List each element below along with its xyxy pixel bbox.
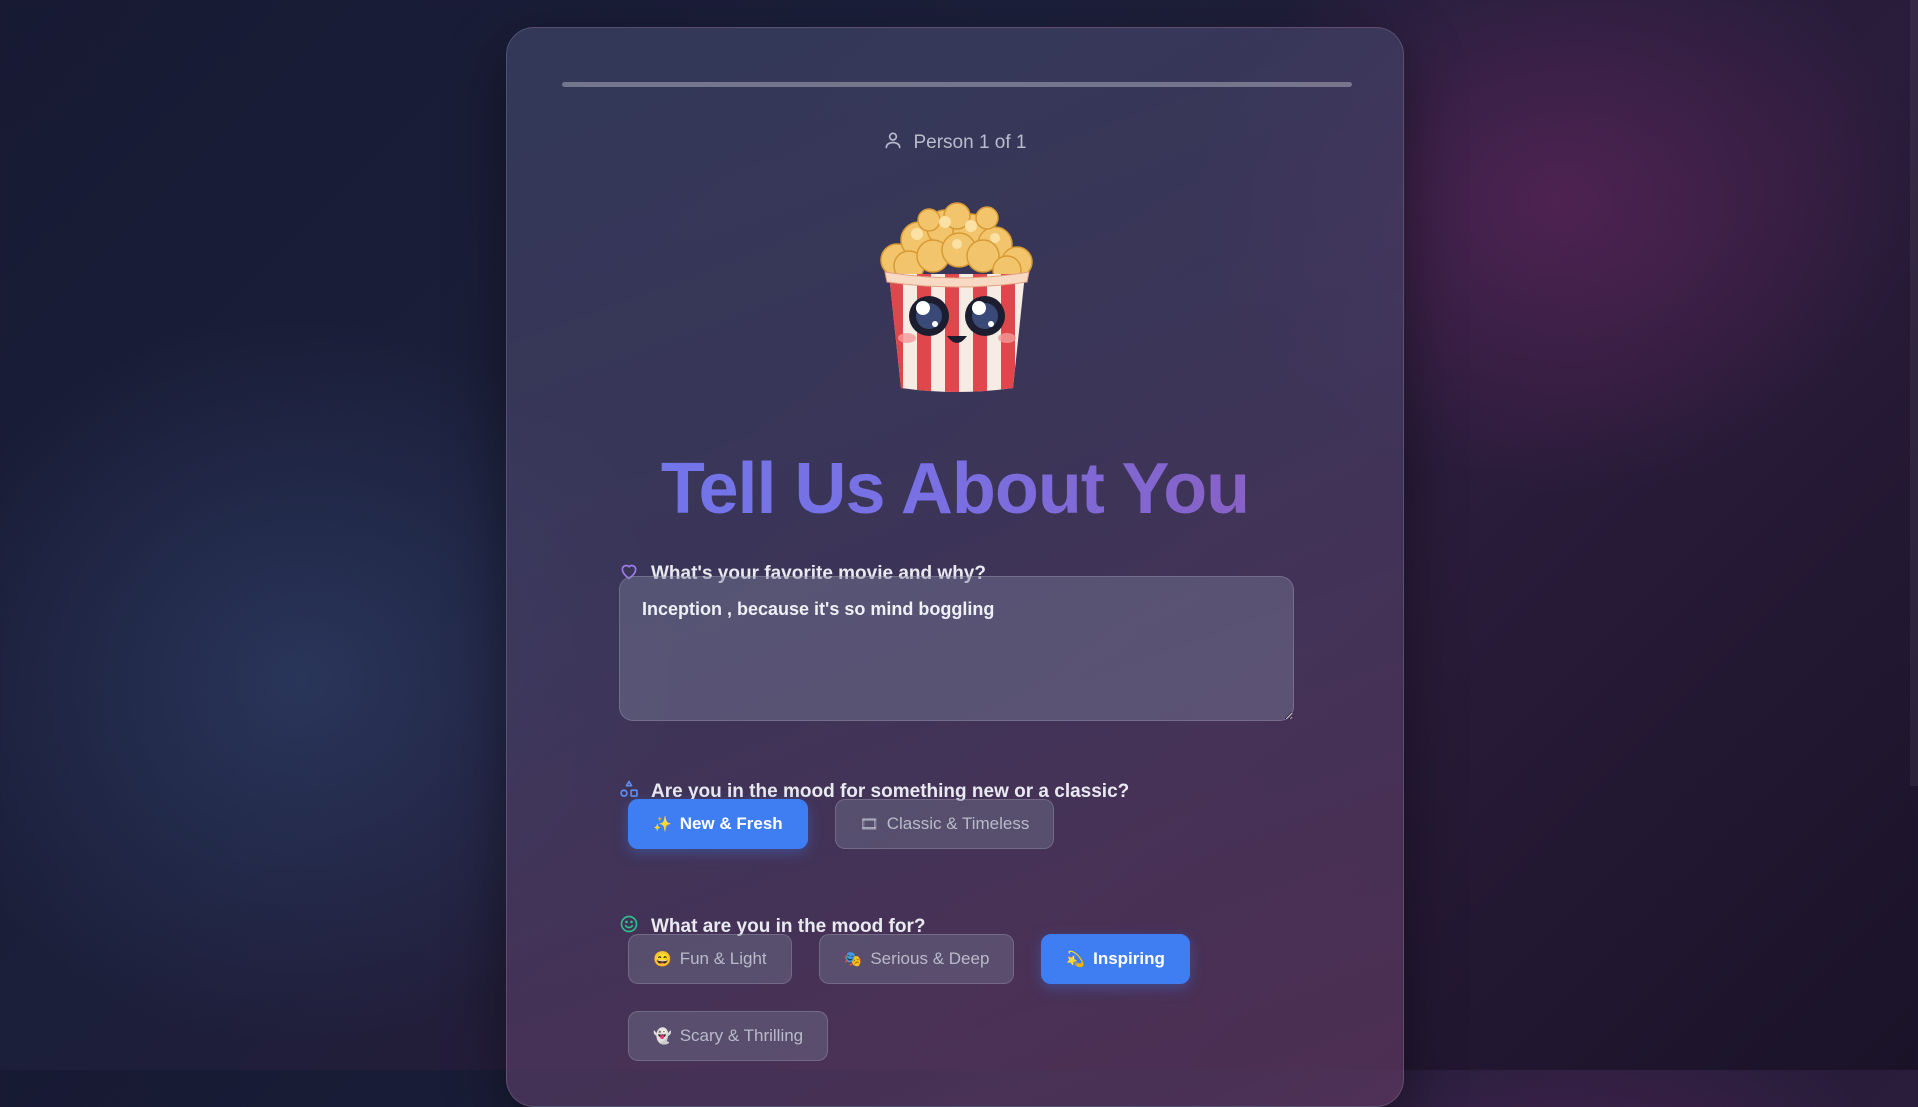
mood-options-row-2: 👻 Scary & Thrilling xyxy=(628,1011,829,1061)
page-title: Tell Us About You xyxy=(507,448,1403,530)
grin-icon: 😄 xyxy=(653,951,672,968)
option-label: Fun & Light xyxy=(679,949,767,968)
film-icon: 🎞 xyxy=(859,816,879,833)
option-label: Scary & Thrilling xyxy=(679,1026,804,1045)
popcorn-mascot-icon xyxy=(867,198,1047,398)
option-new-fresh[interactable]: ✨ New & Fresh xyxy=(628,799,808,849)
ghost-icon: 👻 xyxy=(653,1028,672,1045)
onboarding-card: Person 1 of 1 Tell Us About You What's y… xyxy=(506,27,1404,1107)
new-or-classic-options: ✨ New & Fresh 🎞 Classic & Timeless xyxy=(628,799,1055,849)
theater-masks-icon: 🎭 xyxy=(843,951,863,968)
person-indicator: Person 1 of 1 xyxy=(507,130,1403,156)
option-label: Inspiring xyxy=(1093,949,1165,968)
option-scary-thrilling[interactable]: 👻 Scary & Thrilling xyxy=(628,1011,829,1061)
option-label: New & Fresh xyxy=(679,814,783,833)
option-inspiring[interactable]: 💫 Inspiring xyxy=(1041,934,1190,984)
option-serious-deep[interactable]: 🎭 Serious & Deep xyxy=(818,934,1015,984)
option-classic-timeless[interactable]: 🎞 Classic & Timeless xyxy=(834,799,1055,849)
option-fun-light[interactable]: 😄 Fun & Light xyxy=(628,934,792,984)
progress-fill xyxy=(562,82,1352,87)
option-label: Serious & Deep xyxy=(870,949,990,968)
dizzy-star-icon: 💫 xyxy=(1066,951,1086,968)
mood-options-row-1: 😄 Fun & Light 🎭 Serious & Deep 💫 Inspiri… xyxy=(628,934,1190,984)
sparkles-icon: ✨ xyxy=(653,816,672,833)
person-label: Person 1 of 1 xyxy=(913,132,1027,153)
user-icon xyxy=(883,130,903,156)
favorite-movie-textarea[interactable]: Inception , because it's so mind bogglin… xyxy=(619,576,1294,721)
option-label: Classic & Timeless xyxy=(886,814,1030,833)
page-scrollbar[interactable] xyxy=(1910,0,1918,786)
progress-bar xyxy=(562,82,1352,87)
